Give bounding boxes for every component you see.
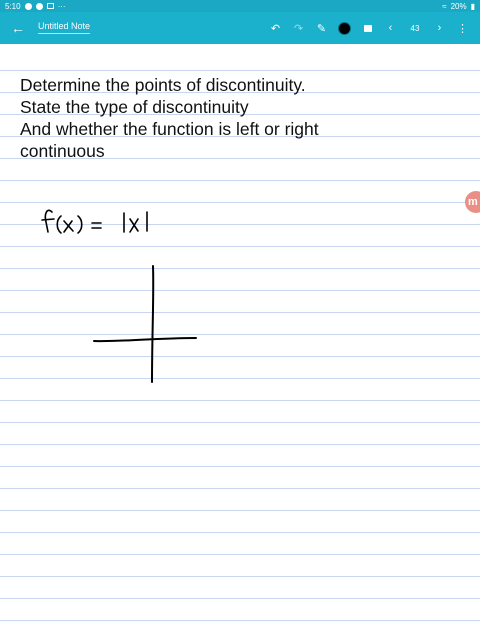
toolbar-tools: ↶ ↷ ✎ ‹ 43 › ⋮ — [264, 12, 474, 44]
notification-icon — [35, 2, 43, 10]
status-bar: 5:10 ··· ≈ 20% ▮ — [0, 0, 480, 12]
back-button[interactable]: ← — [9, 19, 27, 37]
undo-button[interactable]: ↶ — [264, 16, 287, 40]
image-icon — [363, 24, 372, 32]
undo-icon: ↶ — [270, 22, 281, 35]
redo-button[interactable]: ↷ — [287, 16, 310, 40]
pen-color-button[interactable] — [333, 16, 356, 40]
redo-icon: ↷ — [293, 22, 304, 35]
notification-icon — [24, 2, 32, 10]
handwritten-function — [41, 209, 148, 234]
more-vertical-icon: ⋮ — [457, 22, 468, 35]
next-page-icon: › — [437, 22, 442, 34]
horizontal-axis — [93, 337, 197, 343]
pen-icon: ✎ — [316, 22, 327, 35]
vertical-axis — [151, 265, 155, 383]
wifi-icon: ≈ — [442, 1, 447, 11]
chevron-left-icon: ‹ — [388, 22, 393, 34]
battery-percent: 20% — [450, 1, 467, 11]
more-options-button[interactable]: ⋮ — [451, 16, 474, 40]
handwritten-ink — [41, 209, 197, 383]
gallery-notification-icon — [46, 3, 54, 9]
status-time: 5:10 — [5, 1, 21, 11]
note-canvas[interactable]: Determine the points of discontinuity. S… — [0, 44, 480, 640]
page-number[interactable]: 43 — [402, 16, 428, 40]
pen-tool-button[interactable]: ✎ — [310, 16, 333, 40]
floating-app-badge[interactable]: m — [465, 191, 480, 213]
battery-icon: ▮ — [470, 1, 475, 11]
next-page-button[interactable]: › — [428, 16, 451, 40]
more-notifications-icon: ··· — [57, 1, 66, 11]
insert-image-button[interactable] — [356, 16, 379, 40]
color-swatch-icon — [338, 21, 351, 35]
previous-page-button[interactable]: ‹ — [379, 16, 402, 40]
hand-drawn-axes — [93, 265, 197, 383]
note-title[interactable]: Untitled Note — [38, 21, 91, 34]
note-toolbar: ← Untitled Note ↶ ↷ ✎ ‹ 43 › ⋮ — [0, 12, 480, 44]
